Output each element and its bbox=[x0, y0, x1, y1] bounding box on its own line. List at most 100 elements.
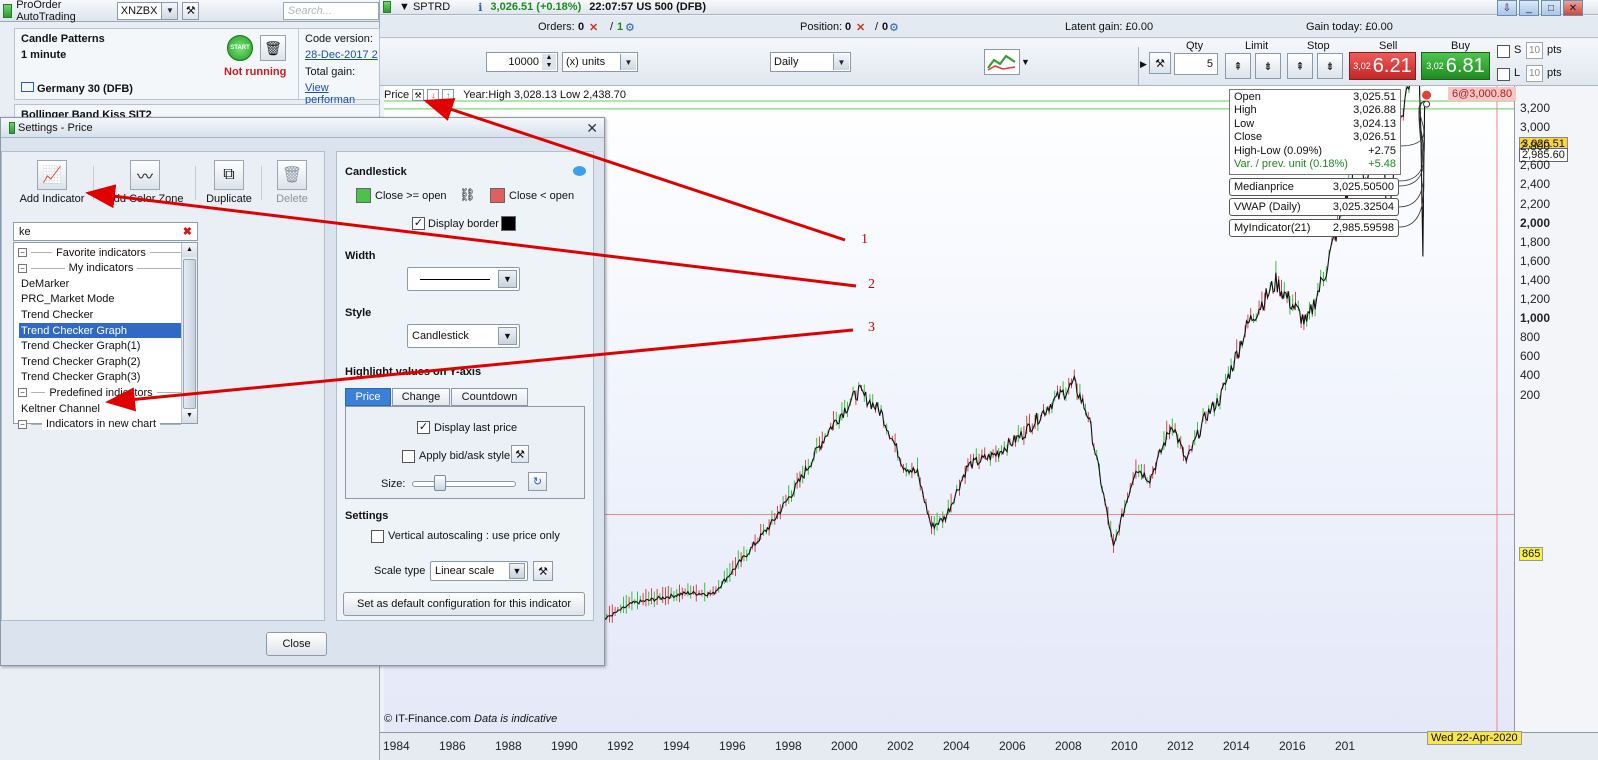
size-slider[interactable] bbox=[412, 481, 516, 487]
scroll-down-icon[interactable]: ▼ bbox=[182, 409, 197, 423]
arrow-down-icon[interactable]: ↓ bbox=[427, 89, 440, 101]
vertical-autoscaling-checkbox[interactable] bbox=[371, 530, 384, 543]
scale-type-select[interactable]: Linear scale ▼ bbox=[430, 561, 528, 581]
trash-icon: 🗑 bbox=[277, 160, 307, 190]
trash-icon[interactable]: 🗑 bbox=[260, 35, 286, 61]
indicator-value-box[interactable]: MyIndicator(21) 2,985.59598 bbox=[1229, 219, 1399, 237]
info-icon[interactable]: ℹ bbox=[478, 1, 482, 14]
collapse-icon[interactable]: − bbox=[18, 419, 27, 429]
list-item[interactable]: Trend Checker Graph(2) bbox=[19, 354, 181, 369]
border-color-swatch[interactable] bbox=[501, 216, 516, 231]
collapse-icon[interactable]: − bbox=[18, 388, 27, 398]
unit-select[interactable]: (x) units ▼ bbox=[562, 52, 638, 72]
window-menu-icon[interactable]: ⇩ bbox=[1497, 0, 1517, 16]
wrench-icon[interactable]: ⚒ bbox=[412, 89, 425, 101]
arrow-up-icon[interactable]: ↑ bbox=[442, 89, 455, 101]
tab-change[interactable]: Change bbox=[392, 388, 450, 406]
strategy-card[interactable]: Candle Patterns 1 minute Germany 30 (DFB… bbox=[14, 28, 380, 106]
list-group-header[interactable]: − My indicators bbox=[18, 261, 181, 276]
list-item[interactable]: Keltner Channel bbox=[19, 401, 181, 416]
list-item[interactable]: Trend Checker Graph(1) bbox=[19, 339, 181, 354]
close-icon[interactable]: ✕ bbox=[586, 120, 598, 137]
collapse-icon[interactable]: − bbox=[18, 248, 27, 257]
collapse-icon[interactable]: − bbox=[18, 263, 27, 273]
chevron-down-icon[interactable]: ▼ bbox=[1021, 57, 1030, 67]
account-select[interactable]: XNZBX ▼ bbox=[116, 1, 179, 20]
gear-icon[interactable]: ⚙ bbox=[625, 21, 635, 34]
list-group-header[interactable]: − Indicators in new chart bbox=[18, 417, 181, 432]
indicator-search-input[interactable]: ke ✖ bbox=[13, 222, 198, 241]
y-tick-label: 600 bbox=[1520, 349, 1541, 364]
display-last-price-checkbox[interactable]: ✓ bbox=[417, 421, 430, 434]
wrench-icon[interactable]: ⚒ bbox=[182, 1, 199, 20]
year-range: Year:High 3,028.13 Low 2,438.70 bbox=[463, 89, 626, 101]
display-border-checkbox[interactable]: ✓ bbox=[412, 217, 425, 230]
add-color-zone-button[interactable]: 〰 Add Color Zone bbox=[106, 160, 184, 205]
sell-stop-icon[interactable]: ⇟ bbox=[1317, 53, 1343, 79]
clear-search-icon[interactable]: ✖ bbox=[183, 225, 192, 238]
list-item[interactable]: DeMarker bbox=[19, 276, 181, 291]
list-item[interactable]: PRC_Market Mode bbox=[19, 292, 181, 307]
indicator-panel: 📈 Add Indicator 〰 Add Color Zone ⧉ Dupli… bbox=[1, 151, 325, 621]
qty-input[interactable]: 5 bbox=[1174, 53, 1218, 75]
stepper-arrows-icon[interactable]: ▲ ▼ bbox=[542, 54, 556, 70]
strategy-card[interactable]: Bollinger Band Kiss SIT2 bbox=[14, 104, 380, 118]
bid-ask-checkbox[interactable] bbox=[402, 450, 415, 463]
quantity-stepper[interactable]: 10000 ▲ ▼ bbox=[486, 52, 558, 72]
collapse-arrow-icon[interactable]: ▶ bbox=[1140, 59, 1147, 70]
timeframe-select[interactable]: Daily ▼ bbox=[770, 52, 851, 72]
close-up-color-swatch[interactable] bbox=[356, 188, 371, 203]
list-group-header[interactable]: − Favorite indicators bbox=[18, 245, 181, 260]
list-group-header[interactable]: − Predefined indicators bbox=[18, 385, 181, 400]
delete-button[interactable]: 🗑 Delete bbox=[270, 160, 314, 205]
order-tag[interactable]: 6@3,000.80 bbox=[1448, 87, 1517, 101]
symbol-select[interactable]: ▼ SPTRD bbox=[399, 1, 450, 13]
tab-countdown[interactable]: Countdown bbox=[451, 388, 528, 406]
indicator-list[interactable]: − Favorite indicators − My indicators DeMark… bbox=[13, 242, 198, 431]
gear-icon[interactable]: ⚙ bbox=[889, 21, 899, 34]
list-item[interactable]: Trend Checker Graph(3) bbox=[19, 370, 181, 385]
size-slider-handle[interactable] bbox=[434, 475, 446, 491]
list-item[interactable]: Trend Checker bbox=[19, 307, 181, 322]
indicator-value-box[interactable]: Medianprice 3,025.50500 bbox=[1229, 178, 1399, 196]
limit-checkbox[interactable] bbox=[1497, 68, 1510, 81]
view-performance-link[interactable]: View performan bbox=[305, 82, 379, 106]
close-icon[interactable]: ✕ bbox=[1563, 0, 1583, 16]
close-down-color-swatch[interactable] bbox=[490, 188, 505, 203]
set-default-button[interactable]: Set as default configuration for this in… bbox=[343, 592, 585, 616]
close-position-icon[interactable]: ✕ bbox=[856, 21, 865, 34]
close-order-icon[interactable] bbox=[1422, 90, 1432, 100]
strategy-search-input[interactable]: Search... bbox=[282, 1, 379, 20]
wrench-icon[interactable]: ⚒ bbox=[1149, 52, 1171, 74]
close-button[interactable]: Close bbox=[266, 632, 327, 656]
list-item[interactable]: Trend Checker Graph bbox=[19, 323, 181, 338]
link-icon[interactable]: ⛓ bbox=[459, 187, 476, 203]
buy-stop-icon[interactable]: ⇞ bbox=[1287, 53, 1313, 79]
sell-button[interactable]: 3,02 6.21 bbox=[1349, 52, 1416, 80]
help-icon[interactable] bbox=[573, 166, 586, 176]
code-version-link[interactable]: 28-Dec-2017 2 bbox=[305, 49, 378, 61]
stop-pts-input[interactable]: 10 bbox=[1526, 42, 1543, 59]
limit-pts-input[interactable]: 10 bbox=[1526, 65, 1543, 82]
indicator-value-box[interactable]: VWAP (Daily) 3,025.32504 bbox=[1229, 198, 1399, 216]
maximize-icon[interactable]: □ bbox=[1541, 0, 1561, 16]
add-indicator-button[interactable]: 📈 Add Indicator bbox=[18, 160, 86, 205]
buy-button[interactable]: 3,02 6.81 bbox=[1421, 52, 1490, 80]
list-scrollbar[interactable]: ▲ ▼ bbox=[181, 243, 197, 423]
wrench-icon[interactable]: ⚒ bbox=[533, 561, 553, 581]
style-select[interactable]: Candlestick ▼ bbox=[407, 324, 520, 348]
stop-checkbox[interactable] bbox=[1497, 45, 1510, 58]
duplicate-button[interactable]: ⧉ Duplicate bbox=[204, 160, 254, 205]
width-select[interactable]: ▼ bbox=[407, 267, 520, 291]
cancel-orders-icon[interactable]: ✕ bbox=[589, 21, 598, 34]
scroll-up-icon[interactable]: ▲ bbox=[182, 243, 197, 257]
wrench-icon[interactable]: ⚒ bbox=[511, 445, 529, 463]
tab-price[interactable]: Price bbox=[345, 388, 391, 406]
start-button[interactable]: START bbox=[227, 35, 253, 61]
reset-icon[interactable]: ↻ bbox=[528, 472, 547, 491]
buy-limit-icon[interactable]: ⇞ bbox=[1225, 53, 1251, 79]
scroll-thumb[interactable] bbox=[183, 259, 196, 409]
sell-limit-icon[interactable]: ⇟ bbox=[1255, 53, 1281, 79]
indicator-menu-icon[interactable] bbox=[984, 49, 1020, 75]
minimize-icon[interactable]: _ bbox=[1519, 0, 1539, 16]
